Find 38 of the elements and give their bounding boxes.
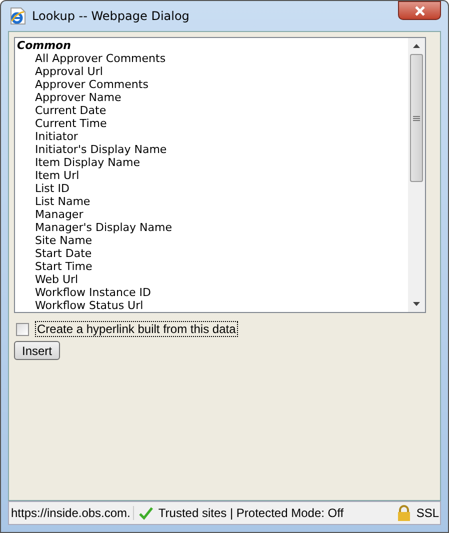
list-item[interactable]: Workflow Status Url [17,299,406,312]
security-zone: Trusted sites | Protected Mode: Off [158,506,344,520]
checkbox[interactable] [16,322,29,336]
list-item[interactable]: Manager's Display Name [17,221,406,234]
checkbox-label: Create a hyperlink built from this data [35,321,238,337]
close-button[interactable] [398,1,441,20]
status-address: https://inside.obs.com. [11,506,134,520]
list-item[interactable]: All Approver Comments [17,52,406,65]
list-item[interactable]: Site Name [17,234,406,247]
list-item[interactable]: Item Display Name [17,156,406,169]
group-header: Common [17,39,72,52]
list-item[interactable]: Initiator [17,130,406,143]
list-item[interactable]: Web Url [17,273,406,286]
field-list[interactable] [14,37,426,313]
scroll-thumb[interactable] [410,54,423,182]
list-item[interactable]: List Name [17,195,406,208]
scrollbar[interactable] [408,38,425,312]
list-item[interactable]: Manager [17,208,406,221]
list-item[interactable]: Item Url [17,169,406,182]
scroll-up-icon[interactable] [413,44,420,48]
list-item[interactable]: List ID [17,182,406,195]
list-item[interactable]: Initiator's Display Name [17,143,406,156]
close-icon [414,6,426,16]
list-item[interactable]: Workflow Instance ID [17,286,406,299]
list-item[interactable]: Start Date [17,247,406,260]
browser-icon [10,7,26,25]
list-item[interactable]: Current Date [17,104,406,117]
ssl-label: SSL [416,506,440,520]
list-item[interactable]: Approver Comments [17,78,406,91]
list-item[interactable]: Approver Name [17,91,406,104]
insert-button[interactable]: Insert [14,341,60,360]
list-item[interactable]: Start Time [17,260,406,273]
lock-icon [397,505,412,521]
window-title: Lookup -- Webpage Dialog [32,9,190,23]
list-item[interactable]: Current Time [17,117,406,130]
list-item[interactable]: Approval Url [17,65,406,78]
scroll-down-icon[interactable] [413,302,420,306]
check-icon [139,506,154,520]
